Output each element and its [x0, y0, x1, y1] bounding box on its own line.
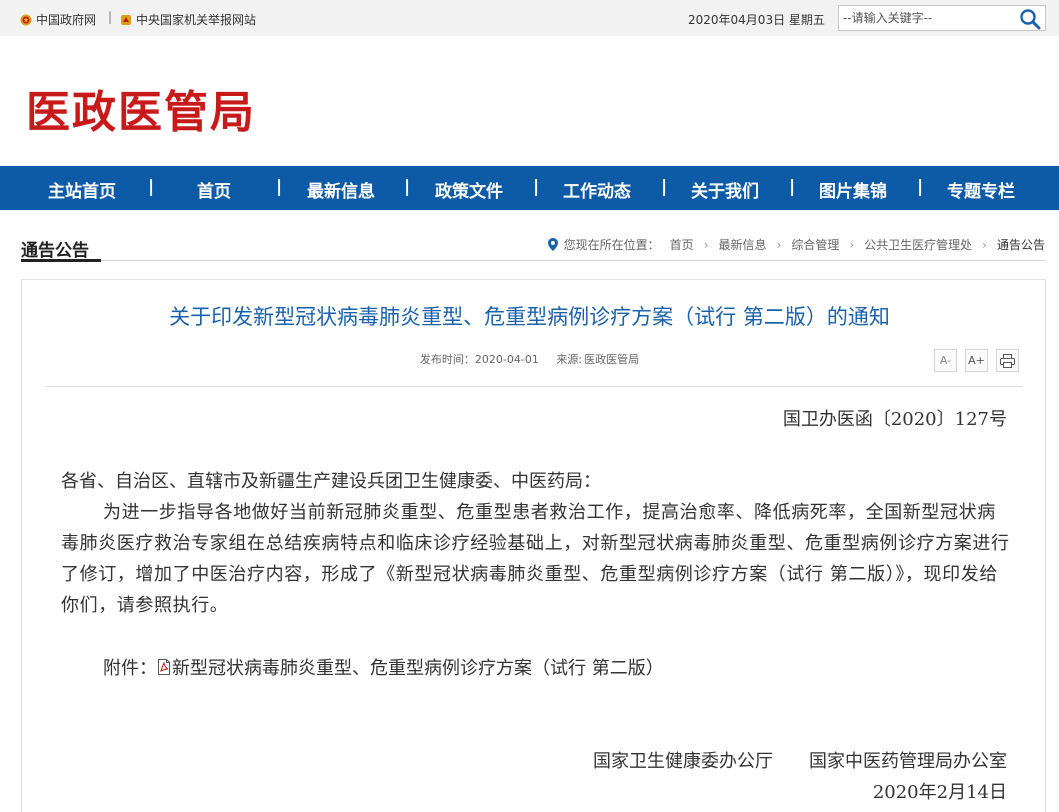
report-emblem-icon	[121, 14, 131, 25]
nav-separator: |	[789, 177, 796, 197]
nav-separator: |	[917, 177, 924, 197]
top-bar: 中国政府网 | 中央国家机关举报网站 2020年04月03日 星期五	[0, 0, 1059, 36]
nav-item-home[interactable]: 首页	[197, 177, 231, 202]
nav-separator: |	[276, 177, 283, 197]
report-site-link-label: 中央国家机关举报网站	[136, 13, 257, 27]
article-meta: 发布时间：2020-04-01 来源: 医政医管局	[0, 351, 1059, 367]
body-paragraph: 为进一步指导各地做好当前新冠肺炎重型、危重型患者救治工作，提高治愈率、降低病死率…	[61, 502, 1010, 616]
salutation: 各省、自治区、直辖市及新疆生产建设兵团卫生健康委、中医药局：	[61, 471, 601, 492]
current-date: 2020年04月03日 星期五	[688, 13, 825, 27]
nav-item-policy[interactable]: 政策文件	[435, 177, 503, 202]
font-decrease-label: A-	[939, 354, 952, 367]
search-box	[838, 5, 1046, 31]
nav-separator: |	[404, 177, 411, 197]
breadcrumb-separator: ›	[776, 237, 782, 252]
breadcrumb-item-latest[interactable]: 最新信息	[719, 236, 767, 253]
article-title: 关于印发新型冠状病毒肺炎重型、危重型病例诊疗方案（试行 第二版）的通知	[169, 305, 890, 329]
main-nav: 主站首页 | 首页 | 最新信息 | 政策文件 | 工作动态 | 关于我们 | …	[0, 166, 1059, 210]
nav-separator: |	[661, 177, 668, 197]
signatories: 国家卫生健康委办公厅 国家中医药管理局办公室	[593, 747, 1007, 773]
breadcrumb-separator: ›	[703, 237, 709, 252]
nav-item-main-home[interactable]: 主站首页	[48, 177, 116, 202]
section-divider	[21, 260, 1046, 261]
breadcrumb-item-general[interactable]: 综合管理	[791, 236, 839, 253]
pdf-file-icon	[158, 659, 170, 675]
report-site-link[interactable]: 中央国家机关举报网站	[120, 11, 256, 28]
breadcrumb-item-home[interactable]: 首页	[670, 236, 694, 253]
source-label: 来源:	[556, 353, 583, 366]
attachment-label: 附件：	[103, 658, 157, 679]
nav-item-special[interactable]: 专题专栏	[947, 177, 1015, 202]
article-divider	[45, 386, 1022, 387]
breadcrumb-item-division[interactable]: 公共卫生医疗管理处	[864, 236, 972, 253]
breadcrumb-separator: ›	[849, 237, 855, 252]
breadcrumb: 您现在所在位置： 首页 › 最新信息 › 综合管理 › 公共卫生医疗管理处 › …	[547, 236, 1045, 253]
printer-icon	[1000, 354, 1015, 368]
breadcrumb-label: 您现在所在位置：	[563, 238, 660, 252]
document-number: 国卫办医函〔2020〕127号	[782, 409, 1007, 430]
nav-item-gallery[interactable]: 图片集锦	[819, 177, 887, 202]
search-input[interactable]	[843, 9, 1013, 27]
breadcrumb-item-current: 通告公告	[996, 238, 1045, 252]
font-decrease-button[interactable]: A-	[934, 349, 957, 372]
publish-date: 2020-04-01	[474, 353, 539, 366]
national-emblem-icon	[20, 14, 32, 25]
attachment-link[interactable]: 新型冠状病毒肺炎重型、危重型病例诊疗方案（试行 第二版）	[172, 654, 664, 680]
gov-portal-link-label: 中国政府网	[36, 13, 97, 27]
nav-item-about[interactable]: 关于我们	[691, 177, 759, 202]
top-separator: |	[108, 10, 113, 24]
nav-separator: |	[533, 177, 540, 197]
search-icon[interactable]	[1019, 8, 1041, 30]
site-title: 医政医管局	[26, 87, 256, 138]
nav-item-latest[interactable]: 最新信息	[307, 177, 375, 202]
font-increase-label: A+	[968, 354, 985, 367]
attachment-row: 附件： 新型冠状病毒肺炎重型、危重型病例诊疗方案（试行 第二版）	[103, 654, 664, 680]
location-pin-icon	[547, 238, 558, 251]
breadcrumb-separator: ›	[982, 237, 987, 252]
publish-label: 发布时间：	[419, 353, 475, 366]
gov-portal-link[interactable]: 中国政府网	[20, 11, 96, 28]
signatory-nhc: 国家卫生健康委办公厅	[593, 751, 773, 772]
sign-date: 2020年2月14日	[872, 782, 1007, 803]
section-title: 通告公告	[21, 241, 89, 261]
nav-item-work-news[interactable]: 工作动态	[563, 177, 631, 202]
signatory-tcm: 国家中医药管理局办公室	[809, 751, 1007, 772]
nav-separator: |	[148, 177, 155, 197]
font-increase-button[interactable]: A+	[965, 349, 988, 372]
source-value: 医政医管局	[584, 353, 640, 366]
print-button[interactable]	[996, 349, 1019, 372]
